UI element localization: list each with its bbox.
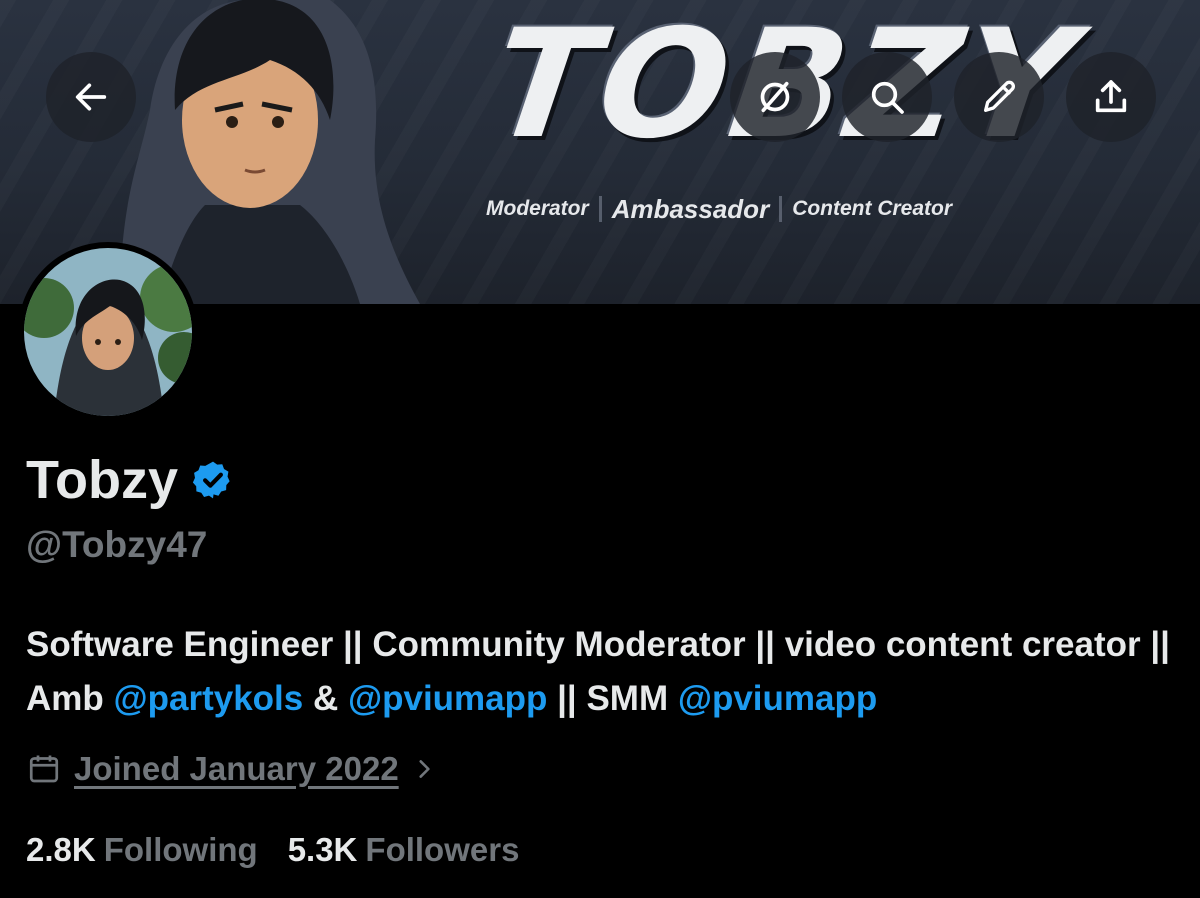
search-button[interactable] (842, 52, 932, 142)
tagline-ambassador: Ambassador (611, 193, 770, 224)
profile-handle: @Tobzy47 (26, 524, 208, 565)
avatar-image (24, 248, 192, 416)
chevron-right-icon (419, 760, 430, 778)
profile-name-row: Tobzy (26, 448, 234, 512)
joined-date[interactable]: Joined January 2022 (74, 750, 399, 788)
grok-icon (760, 81, 790, 113)
profile-bio: Software Engineer || Community Moderator… (26, 618, 1186, 726)
back-button[interactable] (46, 52, 136, 142)
following-link[interactable]: 2.8K Following (26, 831, 258, 869)
pencil-icon (984, 80, 1015, 113)
followers-link[interactable]: 5.3K Followers (288, 831, 520, 869)
arrow-left-icon (75, 83, 107, 111)
mention-link[interactable]: @pviumapp (678, 679, 877, 718)
share-button[interactable] (1066, 52, 1156, 142)
calendar-icon (29, 755, 59, 783)
bio-text: || SMM (547, 679, 678, 718)
joined-date-row[interactable]: Joined January 2022 (26, 748, 437, 790)
followers-label: Followers (365, 831, 520, 868)
profile-banner[interactable]: TOBZY Moderator Ambassador Content Creat… (0, 0, 1200, 304)
tagline-divider (598, 196, 602, 222)
avatar[interactable] (18, 242, 198, 422)
verified-badge-icon[interactable] (192, 459, 234, 501)
edit-button[interactable] (954, 52, 1044, 142)
search-icon (871, 81, 904, 114)
follow-stats: 2.8K Following 5.3K Followers (26, 828, 519, 872)
tagline-content-creator: Content Creator (792, 197, 953, 220)
bio-text: & (303, 679, 348, 718)
tagline-divider (779, 196, 783, 222)
tagline-moderator: Moderator (486, 197, 589, 220)
mention-link[interactable]: @partykols (114, 679, 304, 718)
mention-link[interactable]: @pviumapp (348, 679, 547, 718)
following-label: Following (103, 831, 258, 868)
followers-count: 5.3K (287, 831, 358, 868)
share-icon (1095, 80, 1127, 113)
following-count: 2.8K (26, 831, 96, 868)
profile-name: Tobzy (26, 450, 178, 510)
banner-tagline: Moderator Ambassador Content Creator (486, 192, 952, 226)
grok-button[interactable] (730, 52, 820, 142)
